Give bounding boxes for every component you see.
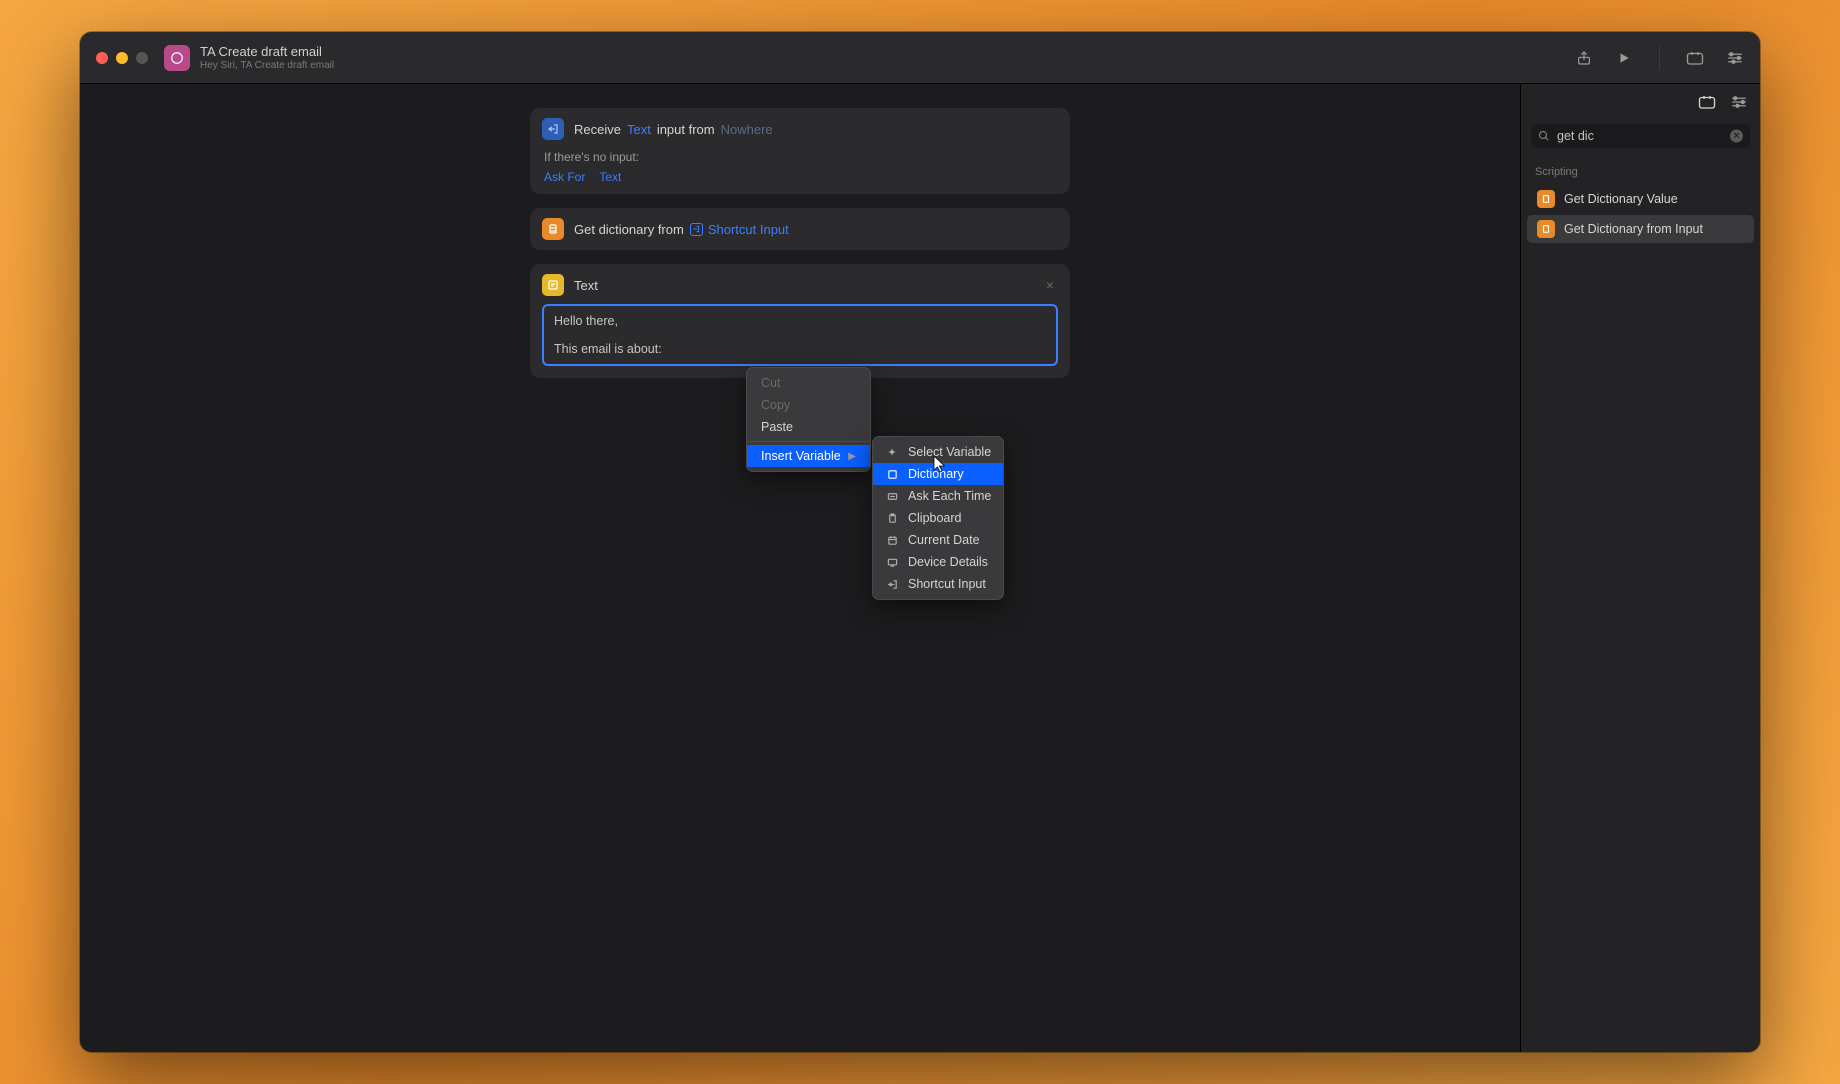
text-label: Text — [574, 278, 598, 293]
device-details-label: Device Details — [908, 555, 988, 569]
dictionary-label: Dictionary — [908, 467, 964, 481]
shortcut-input-sub-label: Shortcut Input — [908, 577, 986, 591]
sidebar-result-get-dictionary-value[interactable]: Get Dictionary Value — [1527, 185, 1754, 213]
get-dictionary-title-row: Get dictionary from Shortcut Input — [574, 222, 789, 237]
receive-mid-text: input from — [657, 122, 715, 137]
ask-for-type-link[interactable]: Text — [599, 170, 621, 184]
sidebar-tabs — [1521, 84, 1760, 120]
close-window-button[interactable] — [96, 52, 108, 64]
submenu-ask-each-time[interactable]: Ask Each Time — [873, 485, 1003, 507]
search-icon — [1538, 130, 1550, 142]
title-block: TA Create draft email Hey Siri, TA Creat… — [200, 44, 1575, 71]
result-label: Get Dictionary Value — [1564, 192, 1678, 206]
text-icon — [542, 274, 564, 296]
sidebar: ✕ Scripting Get Dictionary Value Get Dic… — [1520, 84, 1760, 1052]
minimize-window-button[interactable] — [116, 52, 128, 64]
search-input[interactable] — [1531, 124, 1750, 148]
app-window: TA Create draft email Hey Siri, TA Creat… — [80, 32, 1760, 1052]
result-icon — [1537, 190, 1555, 208]
titlebar-divider — [1659, 46, 1660, 70]
text-action-card[interactable]: Text × Hello there, This email is about: — [530, 264, 1070, 378]
library-tab-icon[interactable] — [1698, 94, 1716, 110]
shortcut-app-icon — [164, 45, 190, 71]
library-toggle-icon[interactable] — [1686, 49, 1704, 67]
titlebar-actions — [1575, 46, 1744, 70]
context-menu-paste[interactable]: Paste — [747, 416, 870, 438]
receive-label: Receive — [574, 122, 621, 137]
clipboard-icon — [885, 513, 899, 524]
window-title: TA Create draft email — [200, 44, 1575, 59]
get-dictionary-header: Get dictionary from Shortcut Input — [530, 208, 1070, 250]
shortcut-input-label: Shortcut Input — [708, 222, 789, 237]
submenu-dictionary[interactable]: Dictionary — [873, 463, 1003, 485]
workflow-canvas[interactable]: Receive Text input from Nowhere If there… — [80, 84, 1520, 1052]
device-icon — [885, 557, 899, 568]
sidebar-section-label: Scripting — [1521, 158, 1760, 184]
ask-each-time-icon — [885, 491, 899, 502]
text-input-field[interactable]: Hello there, This email is about: — [542, 304, 1058, 366]
dictionary-var-icon — [885, 469, 899, 480]
dictionary-icon — [542, 218, 564, 240]
search-wrap: ✕ — [1531, 124, 1750, 148]
submenu-shortcut-input[interactable]: Shortcut Input — [873, 573, 1003, 595]
ask-for-link[interactable]: Ask For — [544, 170, 585, 184]
get-dictionary-action-card[interactable]: Get dictionary from Shortcut Input — [530, 208, 1070, 250]
context-menu-copy: Copy — [747, 394, 870, 416]
shortcut-input-icon — [885, 579, 899, 590]
context-menu-insert-variable[interactable]: Insert Variable ▶ — [747, 445, 870, 467]
receive-type-link[interactable]: Text — [627, 122, 651, 137]
receive-source-placeholder[interactable]: Nowhere — [721, 122, 773, 137]
select-variable-icon: ✦ — [885, 446, 899, 459]
text-title-row: Text — [574, 278, 598, 293]
submenu-current-date[interactable]: Current Date — [873, 529, 1003, 551]
body-area: Receive Text input from Nowhere If there… — [80, 84, 1760, 1052]
context-menu-separator — [747, 441, 870, 442]
insert-variable-label: Insert Variable — [761, 449, 841, 463]
settings-tab-icon[interactable] — [1730, 94, 1748, 110]
submenu-select-variable[interactable]: ✦ Select Variable — [873, 441, 1003, 463]
result-icon — [1537, 220, 1555, 238]
window-subtitle: Hey Siri, TA Create draft email — [200, 60, 1575, 71]
input-badge-icon — [690, 223, 703, 236]
search-clear-button[interactable]: ✕ — [1730, 130, 1743, 143]
shortcut-input-variable-badge[interactable]: Shortcut Input — [690, 222, 789, 237]
receive-icon — [542, 118, 564, 140]
text-card-header: Text × — [530, 264, 1070, 304]
maximize-window-button[interactable] — [136, 52, 148, 64]
close-card-button[interactable]: × — [1042, 277, 1058, 293]
receive-sub-section: If there's no input: Ask For Text — [530, 150, 1070, 194]
select-variable-label: Select Variable — [908, 445, 991, 459]
clipboard-label: Clipboard — [908, 511, 962, 525]
result-label: Get Dictionary from Input — [1564, 222, 1703, 236]
no-input-label: If there's no input: — [544, 150, 1056, 164]
share-icon[interactable] — [1575, 49, 1593, 67]
sidebar-result-get-dictionary-from-input[interactable]: Get Dictionary from Input — [1527, 215, 1754, 243]
play-icon[interactable] — [1615, 49, 1633, 67]
current-date-label: Current Date — [908, 533, 980, 547]
insert-variable-submenu: ✦ Select Variable Dictionary Ask Each Ti… — [872, 436, 1004, 600]
context-menu: Cut Copy Paste Insert Variable ▶ — [746, 367, 871, 472]
get-dictionary-label: Get dictionary from — [574, 222, 684, 237]
receive-action-card[interactable]: Receive Text input from Nowhere If there… — [530, 108, 1070, 194]
receive-card-header: Receive Text input from Nowhere — [530, 108, 1070, 150]
context-menu-cut: Cut — [747, 372, 870, 394]
titlebar: TA Create draft email Hey Siri, TA Creat… — [80, 32, 1760, 84]
settings-toggle-icon[interactable] — [1726, 49, 1744, 67]
calendar-icon — [885, 535, 899, 546]
ask-each-time-label: Ask Each Time — [908, 489, 991, 503]
receive-title-row: Receive Text input from Nowhere — [574, 122, 773, 137]
submenu-clipboard[interactable]: Clipboard — [873, 507, 1003, 529]
traffic-lights — [96, 52, 148, 64]
chevron-right-icon: ▶ — [848, 451, 856, 462]
submenu-device-details[interactable]: Device Details — [873, 551, 1003, 573]
